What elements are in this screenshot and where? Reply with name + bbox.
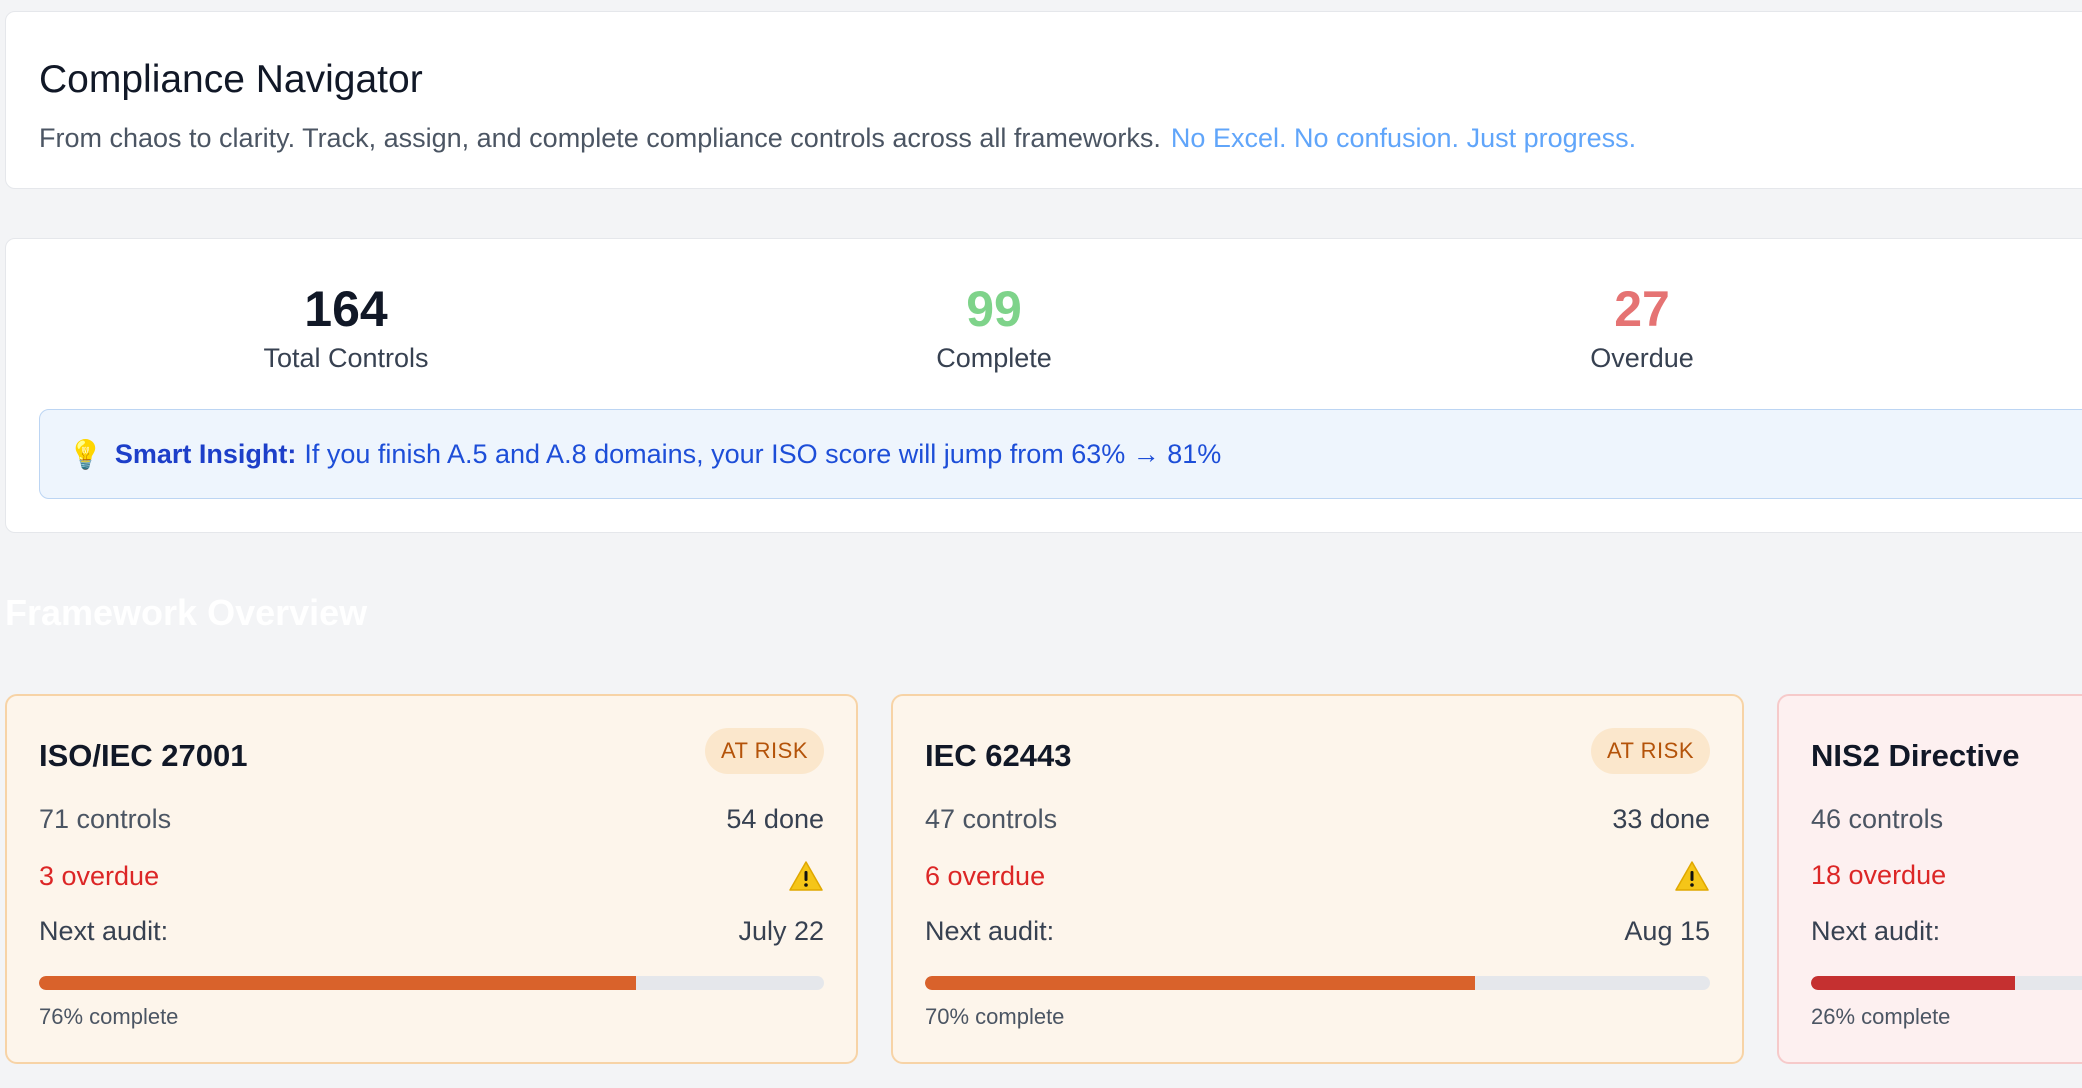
stat-complete: 99 Complete xyxy=(834,279,1154,374)
framework-name: IEC 62443 xyxy=(925,738,1072,773)
progress-fill xyxy=(925,976,1475,990)
page: Compliance Navigator From chaos to clari… xyxy=(0,0,2082,1088)
progress-label: 26% complete xyxy=(1811,1004,1951,1029)
controls-count: 46 controls xyxy=(1811,804,1944,834)
tagline: From chaos to clarity. Track, assign, an… xyxy=(39,123,1636,154)
stat-value: 99 xyxy=(966,281,1022,337)
audit-label: Next audit: xyxy=(1811,916,1941,946)
stat-label: Complete xyxy=(936,343,1052,373)
progress-fill xyxy=(39,976,636,990)
stat-total-controls: 164 Total Controls xyxy=(186,279,506,374)
done-count: 33 done xyxy=(1612,804,1710,834)
lightbulb-icon: 💡 xyxy=(68,438,103,470)
audit-label: Next audit: xyxy=(39,916,169,946)
progress-bar xyxy=(1811,976,2082,990)
insight-label: Smart Insight: xyxy=(114,438,297,469)
framework-card-iec-62443[interactable]: IEC 62443 AT RISK 47 controls 33 done 6 … xyxy=(891,694,1744,1064)
controls-row: 71 controls 54 done xyxy=(39,804,824,835)
audit-row: Next audit: July 22 xyxy=(39,916,824,947)
section-title: Framework Overview xyxy=(5,592,368,633)
status-badge: AT RISK xyxy=(1590,728,1710,774)
controls-row: 46 controls xyxy=(1811,804,2082,835)
status-badge: AT RISK xyxy=(704,728,824,774)
overdue-count: 3 overdue xyxy=(39,860,160,891)
audit-date: Aug 15 xyxy=(1624,916,1710,946)
warning-icon xyxy=(788,860,824,892)
overdue-row: 6 overdue xyxy=(925,860,1710,892)
progress-bar xyxy=(39,976,824,990)
stats-card: 164 Total Controls 99 Complete 27 Overdu… xyxy=(5,238,2082,533)
stat-label: Overdue xyxy=(1590,343,1694,373)
insight-text: If you finish A.5 and A.8 domains, your … xyxy=(304,438,1222,469)
stat-overdue: 27 Overdue xyxy=(1482,279,1802,374)
audit-label: Next audit: xyxy=(925,916,1055,946)
stat-value: 164 xyxy=(304,281,388,337)
stat-value: 27 xyxy=(1614,281,1670,337)
framework-card-iso-27001[interactable]: ISO/IEC 27001 AT RISK 71 controls 54 don… xyxy=(5,694,858,1064)
warning-icon xyxy=(1674,860,1710,892)
overdue-count: 6 overdue xyxy=(925,860,1046,891)
controls-count: 47 controls xyxy=(925,804,1058,834)
audit-row: Next audit: Aug 15 xyxy=(925,916,1710,947)
controls-count: 71 controls xyxy=(39,804,172,834)
tagline-text: From chaos to clarity. Track, assign, an… xyxy=(39,123,1161,153)
progress-label: 76% complete xyxy=(39,1004,179,1029)
progress-fill xyxy=(1811,976,2016,990)
framework-card-nis2[interactable]: NIS2 Directive 46 controls 18 overdue Ne… xyxy=(1777,694,2082,1064)
app-title: Compliance Navigator xyxy=(39,58,423,101)
framework-name: NIS2 Directive xyxy=(1811,738,2020,773)
stat-label: Total Controls xyxy=(263,343,429,373)
progress-bar xyxy=(925,976,1710,990)
tagline-accent: No Excel. No confusion. Just progress. xyxy=(1170,123,1637,153)
audit-date: July 22 xyxy=(738,916,824,946)
overdue-row: 3 overdue xyxy=(39,860,824,892)
overdue-count: 18 overdue xyxy=(1811,860,1947,890)
done-count: 54 done xyxy=(726,804,824,834)
progress-label: 70% complete xyxy=(925,1004,1065,1029)
header-card: Compliance Navigator From chaos to clari… xyxy=(5,11,2082,189)
audit-row: Next audit: xyxy=(1811,916,2082,947)
overdue-row: 18 overdue xyxy=(1811,860,2082,891)
controls-row: 47 controls 33 done xyxy=(925,804,1710,835)
framework-name: ISO/IEC 27001 xyxy=(39,738,248,773)
smart-insight-banner: 💡 Smart Insight: If you finish A.5 and A… xyxy=(39,409,2082,499)
